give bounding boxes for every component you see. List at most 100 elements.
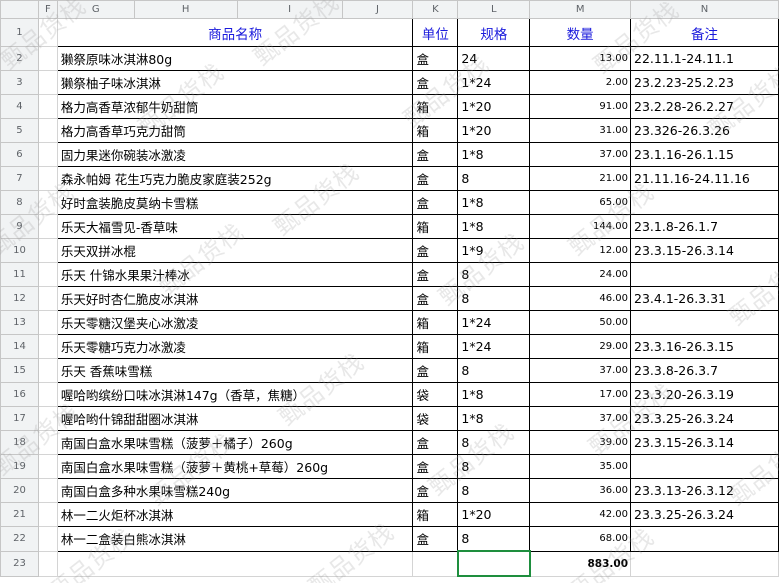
cell-quantity[interactable]: 46.00 <box>529 286 632 311</box>
cell-unit[interactable]: 袋 <box>412 406 459 431</box>
cell-unit[interactable]: 箱 <box>412 310 459 335</box>
selected-cell[interactable] <box>456 550 531 577</box>
header-cell-spec[interactable]: 规格 <box>457 18 531 47</box>
cell-note[interactable]: 23.326-26.3.26 <box>630 118 779 143</box>
cell-product-name[interactable]: 乐天大福雪见-香草味 <box>56 214 414 239</box>
cell-product-name[interactable]: 乐天零糖汉堡夹心冰激凌 <box>56 310 414 335</box>
cell-product-name[interactable]: 喔哈哟缤纷口味冰淇淋147g（香草，焦糖） <box>56 382 414 407</box>
cell-unit[interactable]: 箱 <box>412 94 459 119</box>
cell-spec[interactable]: 8 <box>457 478 531 503</box>
cell-note[interactable]: 22.11.1-24.11.1 <box>630 46 779 71</box>
cell-product-name[interactable]: 南国白盒水果味雪糕（菠萝＋橘子）260g <box>56 430 414 455</box>
cell-unit[interactable]: 箱 <box>412 334 459 359</box>
cell[interactable] <box>37 166 58 191</box>
cell-spec[interactable]: 1*8 <box>457 142 531 167</box>
cell-unit[interactable]: 盒 <box>412 142 459 167</box>
cell-unit[interactable]: 盒 <box>412 358 459 383</box>
cell[interactable] <box>37 18 58 47</box>
cell[interactable] <box>37 94 58 119</box>
row-number[interactable]: 16 <box>0 382 39 407</box>
column-header-m[interactable]: M <box>529 0 632 19</box>
cell-quantity[interactable]: 37.00 <box>529 142 632 167</box>
cell[interactable] <box>37 454 58 479</box>
cell-note[interactable]: 23.3.25-26.3.24 <box>630 406 779 431</box>
row-number[interactable]: 11 <box>0 262 39 287</box>
row-number[interactable]: 14 <box>0 334 39 359</box>
cell-spec[interactable]: 8 <box>457 262 531 287</box>
row-number[interactable]: 19 <box>0 454 39 479</box>
cell-product-name[interactable]: 南国白盒水果味雪糕（菠萝＋黄桃+草莓）260g <box>56 454 414 479</box>
total-quantity[interactable]: 883.00 <box>529 550 632 577</box>
cell-unit[interactable]: 盒 <box>412 286 459 311</box>
cell-note[interactable]: 23.2.23-25.2.23 <box>630 70 779 95</box>
column-header-h[interactable]: H <box>133 0 238 19</box>
cell-quantity[interactable]: 39.00 <box>529 430 632 455</box>
cell-spec[interactable]: 1*8 <box>457 406 531 431</box>
cell-spec[interactable]: 8 <box>457 526 531 552</box>
cell-note[interactable]: 23.3.8-26.3.7 <box>630 358 779 383</box>
column-header-g[interactable]: G <box>56 0 135 19</box>
cell-product-name[interactable]: 喔哈哟什锦甜甜圈冰淇淋 <box>56 406 414 431</box>
cell-spec[interactable]: 8 <box>457 454 531 479</box>
row-number[interactable]: 21 <box>0 502 39 527</box>
cell-unit[interactable]: 袋 <box>412 382 459 407</box>
cell[interactable] <box>37 286 58 311</box>
cell-product-name[interactable]: 林一二火炬杯冰淇淋 <box>56 502 414 527</box>
cell-product-name[interactable]: 乐天双拼冰棍 <box>56 238 414 263</box>
row-number[interactable]: 5 <box>0 118 39 143</box>
cell-quantity[interactable]: 37.00 <box>529 406 632 431</box>
cell[interactable] <box>37 142 58 167</box>
cell-quantity[interactable]: 42.00 <box>529 502 632 527</box>
cell-spec[interactable]: 1*8 <box>457 190 531 215</box>
cell-spec[interactable]: 1*9 <box>457 238 531 263</box>
cell-quantity[interactable]: 50.00 <box>529 310 632 335</box>
cell-note[interactable]: 23.4.1-26.3.31 <box>630 286 779 311</box>
cell-note[interactable]: 23.3.20-26.3.19 <box>630 382 779 407</box>
cell-spec[interactable]: 1*20 <box>457 118 531 143</box>
cell[interactable] <box>37 478 58 503</box>
cell-spec[interactable]: 1*24 <box>457 70 531 95</box>
cell-note[interactable]: 23.1.8-26.1.7 <box>630 214 779 239</box>
cell-product-name[interactable]: 林一二盒装白熊冰淇淋 <box>56 526 414 552</box>
column-header-l[interactable]: L <box>457 0 531 19</box>
cell-unit[interactable]: 盒 <box>412 70 459 95</box>
cell-quantity[interactable]: 65.00 <box>529 190 632 215</box>
row-number[interactable]: 12 <box>0 286 39 311</box>
cell-spec[interactable]: 8 <box>457 286 531 311</box>
cell-spec[interactable]: 1*20 <box>457 94 531 119</box>
cell-unit[interactable]: 箱 <box>412 214 459 239</box>
cell-product-name[interactable]: 好时盒装脆皮莫纳卡雪糕 <box>56 190 414 215</box>
cell-spec[interactable]: 1*24 <box>457 334 531 359</box>
row-number[interactable]: 1 <box>0 18 39 47</box>
cell-note[interactable]: 23.3.16-26.3.15 <box>630 334 779 359</box>
cell-quantity[interactable]: 37.00 <box>529 358 632 383</box>
cell[interactable] <box>37 190 58 215</box>
cell[interactable] <box>412 550 459 577</box>
column-header-j[interactable]: J <box>341 0 414 19</box>
cell-note[interactable] <box>630 454 779 479</box>
header-cell-quantity[interactable]: 数量 <box>529 18 632 47</box>
cell-product-name[interactable]: 森永帕姆 花生巧克力脆皮家庭装252g <box>56 166 414 191</box>
row-number[interactable]: 6 <box>0 142 39 167</box>
cell-note[interactable]: 23.3.13-26.3.12 <box>630 478 779 503</box>
row-number[interactable]: 3 <box>0 70 39 95</box>
cell-unit[interactable]: 箱 <box>412 502 459 527</box>
cell-unit[interactable]: 盒 <box>412 190 459 215</box>
row-number[interactable]: 18 <box>0 430 39 455</box>
cell-product-name[interactable]: 南国白盒多种水果味雪糕240g <box>56 478 414 503</box>
cell-product-name[interactable]: 獭祭原味冰淇淋80g <box>56 46 414 71</box>
cell[interactable] <box>37 238 58 263</box>
cell-quantity[interactable]: 13.00 <box>529 46 632 71</box>
cell[interactable] <box>37 502 58 527</box>
cell[interactable] <box>37 550 58 577</box>
cell-unit[interactable]: 盒 <box>412 430 459 455</box>
cell-unit[interactable]: 盒 <box>412 238 459 263</box>
cell-product-name[interactable]: 乐天 香蕉味雪糕 <box>56 358 414 383</box>
row-number[interactable]: 10 <box>0 238 39 263</box>
row-number[interactable]: 20 <box>0 478 39 503</box>
cell-quantity[interactable]: 31.00 <box>529 118 632 143</box>
cell-note[interactable]: 23.2.28-26.2.27 <box>630 94 779 119</box>
cell-product-name[interactable]: 格力高香草巧克力甜筒 <box>56 118 414 143</box>
cell-product-name[interactable]: 固力果迷你碗装冰激凌 <box>56 142 414 167</box>
cell-quantity[interactable]: 35.00 <box>529 454 632 479</box>
